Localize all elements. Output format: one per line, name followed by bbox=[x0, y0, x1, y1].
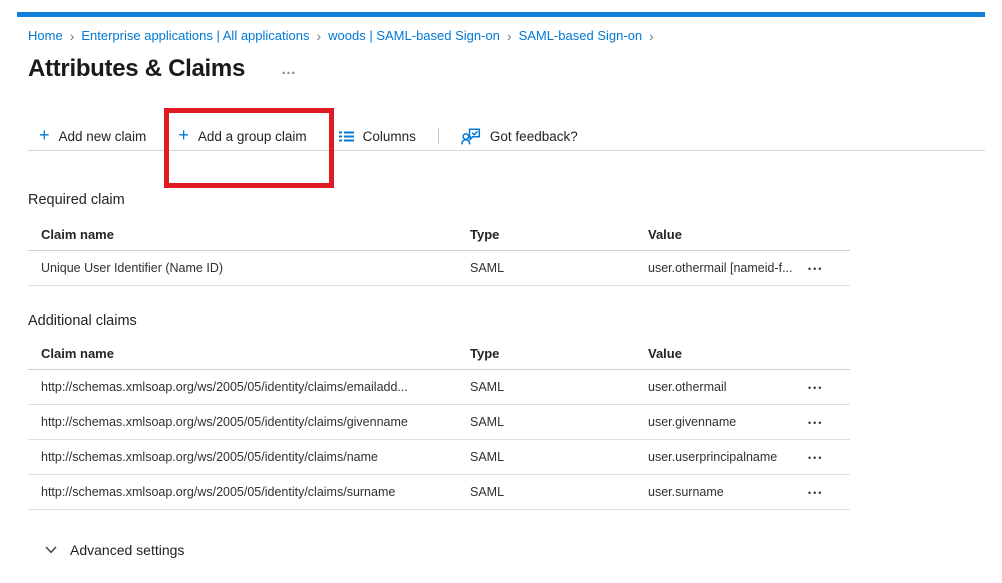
breadcrumb-link-saml-signon[interactable]: SAML-based Sign-on bbox=[519, 28, 643, 43]
row-more-options-button[interactable]: ••• bbox=[808, 451, 823, 465]
claim-type-cell: SAML bbox=[470, 380, 505, 394]
column-header-type: Type bbox=[470, 226, 500, 242]
claim-name-cell: http://schemas.xmlsoap.org/ws/2005/05/id… bbox=[41, 485, 396, 499]
claim-type-cell: SAML bbox=[470, 261, 505, 275]
add-new-claim-label: Add new claim bbox=[58, 128, 147, 144]
column-header-value: Value bbox=[648, 345, 682, 361]
table-row[interactable]: http://schemas.xmlsoap.org/ws/2005/05/id… bbox=[28, 475, 850, 510]
person-feedback-icon bbox=[461, 127, 480, 144]
columns-button[interactable]: Columns bbox=[323, 124, 432, 148]
additional-claims-section-label: Additional claims bbox=[28, 313, 137, 329]
breadcrumb: Home › Enterprise applications | All app… bbox=[28, 28, 985, 43]
table-row[interactable]: http://schemas.xmlsoap.org/ws/2005/05/id… bbox=[28, 370, 850, 405]
claim-name-cell: http://schemas.xmlsoap.org/ws/2005/05/id… bbox=[41, 380, 408, 394]
got-feedback-label: Got feedback? bbox=[489, 128, 578, 144]
page-title: Attributes & Claims bbox=[28, 55, 246, 82]
claim-type-cell: SAML bbox=[470, 450, 505, 464]
claim-value-cell: user.othermail bbox=[648, 380, 727, 394]
row-more-options-button[interactable]: ••• bbox=[808, 416, 823, 430]
title-more-options-button[interactable]: … bbox=[281, 61, 297, 78]
chevron-right-icon: › bbox=[506, 27, 512, 44]
column-header-claim-name: Claim name bbox=[41, 345, 114, 361]
required-claim-table: Claim name Type Value Unique User Identi… bbox=[28, 218, 850, 286]
plus-icon: + bbox=[178, 125, 189, 145]
add-group-claim-button[interactable]: + Add a group claim bbox=[162, 124, 322, 148]
claim-value-cell: user.givenname bbox=[648, 415, 737, 429]
page-header: Attributes & Claims … bbox=[28, 55, 985, 83]
claim-type-cell: SAML bbox=[470, 485, 505, 499]
got-feedback-button[interactable]: Got feedback? bbox=[445, 124, 594, 148]
claim-value-cell: user.userprincipalname bbox=[648, 450, 778, 464]
claim-value-cell: user.othermail [nameid-f... bbox=[648, 261, 793, 275]
required-claim-section-label: Required claim bbox=[28, 192, 125, 208]
columns-icon bbox=[338, 131, 354, 141]
table-header-row: Claim name Type Value bbox=[28, 337, 850, 370]
columns-label: Columns bbox=[362, 128, 416, 144]
chevron-right-icon: › bbox=[69, 27, 75, 44]
advanced-settings-expander[interactable]: Advanced settings bbox=[45, 542, 985, 558]
chevron-right-icon: › bbox=[316, 27, 322, 44]
page-content: Home › Enterprise applications | All app… bbox=[0, 28, 1002, 558]
claim-name-cell: http://schemas.xmlsoap.org/ws/2005/05/id… bbox=[41, 450, 378, 464]
table-header-row: Claim name Type Value bbox=[28, 218, 850, 251]
claim-name-cell: Unique User Identifier (Name ID) bbox=[41, 261, 224, 275]
toolbar-separator bbox=[437, 128, 439, 144]
claim-value-cell: user.surname bbox=[648, 485, 724, 499]
breadcrumb-link-home[interactable]: Home bbox=[28, 28, 63, 43]
plus-icon: + bbox=[39, 125, 50, 145]
claim-type-cell: SAML bbox=[470, 415, 505, 429]
row-more-options-button[interactable]: ••• bbox=[808, 381, 823, 395]
claim-name-cell: http://schemas.xmlsoap.org/ws/2005/05/id… bbox=[41, 415, 408, 429]
add-group-claim-label: Add a group claim bbox=[197, 128, 307, 144]
column-header-type: Type bbox=[470, 345, 500, 361]
breadcrumb-link-woods-saml[interactable]: woods | SAML-based Sign-on bbox=[328, 28, 500, 43]
column-header-value: Value bbox=[648, 226, 682, 242]
table-row[interactable]: http://schemas.xmlsoap.org/ws/2005/05/id… bbox=[28, 440, 850, 475]
table-row[interactable]: http://schemas.xmlsoap.org/ws/2005/05/id… bbox=[28, 405, 850, 440]
row-more-options-button[interactable]: ••• bbox=[808, 262, 823, 276]
add-new-claim-button[interactable]: + Add new claim bbox=[28, 124, 162, 148]
row-more-options-button[interactable]: ••• bbox=[808, 486, 823, 500]
chevron-down-icon bbox=[45, 546, 57, 554]
command-toolbar: + Add new claim + Add a group claim Colu… bbox=[28, 124, 985, 148]
window-top-accent-bar bbox=[17, 12, 985, 17]
table-row[interactable]: Unique User Identifier (Name ID) SAML us… bbox=[28, 251, 850, 286]
additional-claims-table: Claim name Type Value http://schemas.xml… bbox=[28, 337, 850, 510]
breadcrumb-link-enterprise-applications[interactable]: Enterprise applications | All applicatio… bbox=[81, 28, 309, 43]
chevron-right-icon: › bbox=[649, 27, 654, 44]
toolbar-divider bbox=[28, 150, 985, 151]
column-header-claim-name: Claim name bbox=[41, 226, 114, 242]
advanced-settings-label: Advanced settings bbox=[70, 542, 185, 558]
